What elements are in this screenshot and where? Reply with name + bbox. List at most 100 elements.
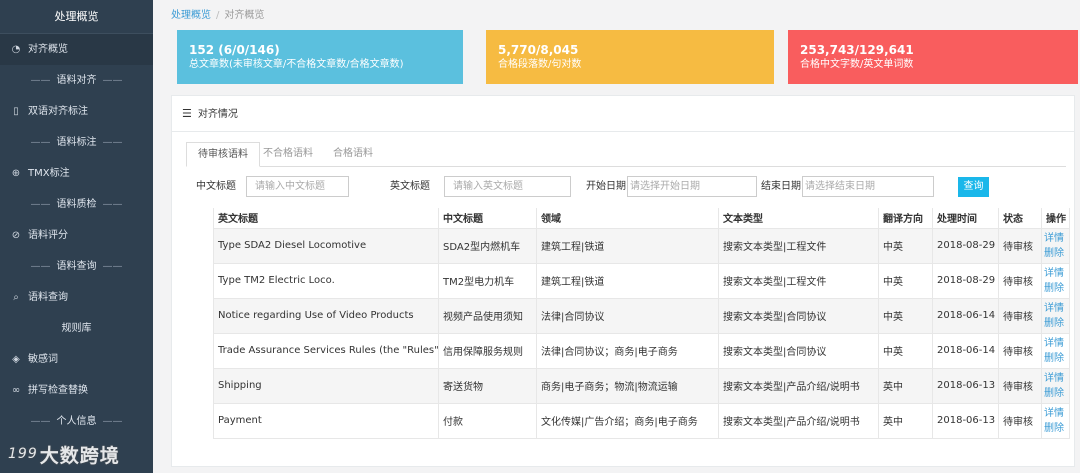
time-cell: 2018-06-13 xyxy=(932,402,999,439)
table-row: Trade Assurance Services Rules (the "Rul… xyxy=(213,332,1070,369)
col-header-time: 处理时间 xyxy=(932,208,999,229)
actions-cell: 详情 删除 xyxy=(1041,297,1070,334)
domain-cell: 法律|合同协议；商务|电子商务 xyxy=(536,332,719,369)
sidebar-section-header: —— 语料查询 —— xyxy=(0,251,153,282)
cn-title-input[interactable]: 请输入中文标题 xyxy=(246,176,349,197)
col-header-domain: 领域 xyxy=(536,208,719,229)
sidebar-item[interactable]: ◈ 敏感词 xyxy=(0,344,153,375)
detail-link[interactable]: 详情 xyxy=(1044,231,1067,246)
domain-cell: 文化传媒|广告介绍；商务|电子商务 xyxy=(536,402,719,439)
check-circle-icon: ⊘ xyxy=(11,230,21,241)
domain-cell: 建筑工程|铁道 xyxy=(536,262,719,299)
delete-link[interactable]: 删除 xyxy=(1044,351,1067,366)
detail-link[interactable]: 详情 xyxy=(1044,301,1067,316)
detail-link[interactable]: 详情 xyxy=(1044,371,1067,386)
actions-cell: 详情 删除 xyxy=(1041,367,1070,404)
sidebar-item[interactable]: ⌕ 语料查询 xyxy=(0,282,153,313)
status-cell: 待审核 xyxy=(998,297,1042,334)
table-row: Type SDA2 Diesel Locomotive SDA2型内燃机车 建筑工程… xyxy=(213,227,1070,264)
col-header-en-title: 英文标题 xyxy=(213,208,439,229)
section-label: 个人信息 xyxy=(56,416,97,427)
text-type-cell: 搜索文本类型|合同协议 xyxy=(718,332,879,369)
section-divider: —— xyxy=(30,416,51,427)
cn-title-cell: 视频产品使用须知 xyxy=(438,297,537,334)
time-cell: 2018-06-14 xyxy=(932,332,999,369)
table-row: Type TM2 Electric Loco. TM2型电力机车 建筑工程|铁道 搜索… xyxy=(213,262,1070,299)
sidebar-title[interactable]: 处理概览 xyxy=(0,0,153,34)
main-content: 处理概览 / 对齐概览 152 (6/0/146) 总文章数(未审核文章/不合格文章… xyxy=(153,0,1080,473)
cn-title-label: 中文标题 xyxy=(196,181,236,192)
col-header-text-type: 文本类型 xyxy=(718,208,879,229)
actions-cell: 详情 删除 xyxy=(1041,402,1070,439)
end-date-input[interactable]: 请选择结束日期 xyxy=(802,176,934,197)
status-cell: 待审核 xyxy=(998,402,1042,439)
delete-link[interactable]: 删除 xyxy=(1044,281,1067,296)
en-title-input[interactable]: 请输入英文标题 xyxy=(444,176,571,197)
delete-link[interactable]: 删除 xyxy=(1044,421,1067,436)
corpus-table: 英文标题 中文标题 领域 文本类型 翻译方向 处理时间 状态 操作 Type S… xyxy=(213,208,1070,439)
section-divider: —— xyxy=(30,199,51,210)
start-date-label: 开始日期 xyxy=(586,181,626,192)
sidebar-item-label: 双语对齐标注 xyxy=(28,106,88,117)
en-title-label: 英文标题 xyxy=(390,181,430,192)
corpus-table-wrapper: 英文标题 中文标题 领域 文本类型 翻译方向 处理时间 状态 操作 Type S… xyxy=(213,208,1070,439)
query-button[interactable]: 查询 xyxy=(958,177,989,197)
en-title-cell: Type TM2 Electric Loco. xyxy=(213,262,439,299)
detail-link[interactable]: 详情 xyxy=(1044,266,1067,281)
actions-cell: 详情 删除 xyxy=(1041,262,1070,299)
text-type-cell: 搜索文本类型|产品介绍/说明书 xyxy=(718,402,879,439)
sidebar-item-label: 拼写检查替换 xyxy=(28,385,88,396)
detail-link[interactable]: 详情 xyxy=(1044,406,1067,421)
section-divider: —— xyxy=(30,75,51,86)
section-divider: —— xyxy=(102,75,123,86)
plus-circle-icon: ⊕ xyxy=(11,168,21,179)
tab-pending[interactable]: 待审核语料 xyxy=(186,142,260,167)
sidebar-section-header: —— 语料质检 —— xyxy=(0,189,153,220)
sidebar-group-header: 规则库 xyxy=(61,323,92,334)
tab-unqualified[interactable]: 不合格语料 xyxy=(252,142,324,167)
status-cell: 待审核 xyxy=(998,227,1042,264)
sidebar-item-label: TMX标注 xyxy=(28,168,70,179)
detail-link[interactable]: 详情 xyxy=(1044,336,1067,351)
section-divider: —— xyxy=(102,261,123,272)
tab-qualified[interactable]: 合格语料 xyxy=(322,142,384,167)
en-title-cell: Trade Assurance Services Rules (the "Rul… xyxy=(213,332,439,369)
section-label: 语料质检 xyxy=(56,199,97,210)
sidebar-item-label: 语料查询 xyxy=(28,292,68,303)
sidebar-item[interactable]: ▯ 双语对齐标注 xyxy=(0,96,153,127)
delete-link[interactable]: 删除 xyxy=(1044,386,1067,401)
text-type-cell: 搜索文本类型|工程文件 xyxy=(718,262,879,299)
watermark-logo: 199 xyxy=(8,446,38,462)
domain-cell: 法律|合同协议 xyxy=(536,297,719,334)
table-body: Type SDA2 Diesel Locomotive SDA2型内燃机车 建筑工程… xyxy=(213,227,1070,439)
stat-card-articles: 152 (6/0/146) 总文章数(未审核文章/不合格文章数/合格文章数) xyxy=(177,30,463,84)
filter-bar: 中文标题 请输入中文标题 英文标题 请输入英文标题 开始日期 请选择开始日期 结… xyxy=(196,176,1056,198)
section-divider: —— xyxy=(30,261,51,272)
sidebar-item-label: 语料评分 xyxy=(28,230,68,241)
stat-value: 253,743/129,641 xyxy=(800,43,914,57)
cn-title-cell: 寄送货物 xyxy=(438,367,537,404)
section-divider: —— xyxy=(102,199,123,210)
sidebar-item[interactable]: ∞ 拼写检查替换 xyxy=(0,375,153,406)
en-title-cell: Payment xyxy=(213,402,439,439)
breadcrumb-root[interactable]: 处理概览 xyxy=(171,10,211,21)
direction-cell: 英中 xyxy=(878,367,933,404)
start-date-input[interactable]: 请选择开始日期 xyxy=(627,176,757,197)
delete-link[interactable]: 删除 xyxy=(1044,316,1067,331)
sidebar-section-header: —— 语料对齐 —— xyxy=(0,65,153,96)
status-cell: 待审核 xyxy=(998,367,1042,404)
section-divider: —— xyxy=(30,137,51,148)
panel-title: 对齐情况 xyxy=(197,109,238,120)
sidebar-item[interactable]: ◔ 对齐概览 xyxy=(0,34,153,65)
sidebar-item[interactable]: ⊘ 语料评分 xyxy=(0,220,153,251)
stats-row: 152 (6/0/146) 总文章数(未审核文章/不合格文章数/合格文章数) 5… xyxy=(157,30,1079,84)
sidebar-item[interactable]: ⊕ TMX标注 xyxy=(0,158,153,189)
stat-card-paragraphs: 5,770/8,045 合格段落数/句对数 xyxy=(486,30,774,84)
time-cell: 2018-06-13 xyxy=(932,367,999,404)
dashboard-icon: ◔ xyxy=(11,44,21,55)
section-label: 语料对齐 xyxy=(56,75,97,86)
delete-link[interactable]: 删除 xyxy=(1044,246,1067,261)
col-header-cn-title: 中文标题 xyxy=(438,208,537,229)
watermark: 199 大数跨境 xyxy=(8,438,120,470)
en-title-cell: Notice regarding Use of Video Products xyxy=(213,297,439,334)
